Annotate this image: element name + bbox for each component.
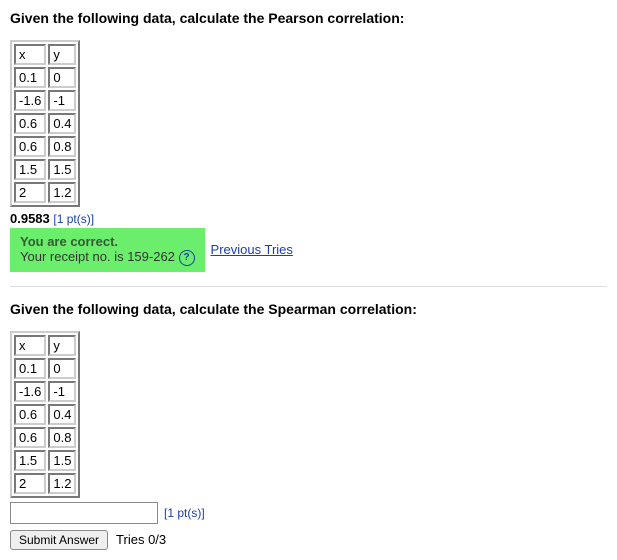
table-row: 21.2 [14,182,76,203]
table-row: 0.60.4 [14,404,76,425]
cell-x: 2 [14,473,46,494]
col-header-y: y [48,335,76,356]
cell-x: -1.6 [14,90,46,111]
q1-points: [1 pt(s)] [53,212,94,226]
feedback-receipt-text: Your receipt no. is 159-262 [20,249,175,264]
q1-answer-line: 0.9583 [1 pt(s)] [10,211,607,226]
table-header-row: x y [14,335,76,356]
table-header-row: x y [14,44,76,65]
cell-y: -1 [48,90,76,111]
table-row: 0.10 [14,358,76,379]
cell-y: 1.5 [48,159,76,180]
q2-answer-row: [1 pt(s)] [10,502,607,524]
table-row: -1.6-1 [14,381,76,402]
cell-y: 1.5 [48,450,76,471]
cell-x: 0.6 [14,404,46,425]
table-row: 0.60.8 [14,136,76,157]
submit-answer-button[interactable]: Submit Answer [10,530,108,550]
feedback-receipt-line: Your receipt no. is 159-262 ? [20,249,195,266]
col-header-x: x [14,44,46,65]
separator [10,286,607,287]
cell-x: 1.5 [14,159,46,180]
table-row: 0.10 [14,67,76,88]
cell-x: 0.1 [14,67,46,88]
col-header-y: y [48,44,76,65]
cell-y: 0 [48,358,76,379]
q1-answer-value: 0.9583 [10,211,50,226]
q1-feedback-row: You are correct. Your receipt no. is 159… [10,228,607,272]
table-row: 21.2 [14,473,76,494]
col-header-x: x [14,335,46,356]
feedback-box: You are correct. Your receipt no. is 159… [10,228,205,272]
cell-x: 0.1 [14,358,46,379]
cell-x: 1.5 [14,450,46,471]
cell-x: 0.6 [14,136,46,157]
cell-y: 0 [48,67,76,88]
cell-x: 2 [14,182,46,203]
q2-points: [1 pt(s)] [164,506,205,520]
previous-tries-link[interactable]: Previous Tries [211,242,293,257]
cell-y: 0.4 [48,113,76,134]
answer-input[interactable] [10,502,158,524]
table-row: -1.6-1 [14,90,76,111]
question-2: Given the following data, calculate the … [10,301,607,550]
cell-y: 0.8 [48,427,76,448]
cell-y: 0.4 [48,404,76,425]
q1-data-table: x y 0.10 -1.6-1 0.60.4 0.60.8 1.51.5 21.… [10,40,80,207]
table-row: 1.51.5 [14,159,76,180]
q2-submit-row: Submit Answer Tries 0/3 [10,530,607,550]
cell-y: -1 [48,381,76,402]
help-icon[interactable]: ? [179,250,195,266]
table-row: 0.60.4 [14,113,76,134]
table-row: 1.51.5 [14,450,76,471]
q1-prompt: Given the following data, calculate the … [10,10,607,26]
cell-y: 1.2 [48,182,76,203]
cell-y: 1.2 [48,473,76,494]
q2-prompt: Given the following data, calculate the … [10,301,607,317]
question-1: Given the following data, calculate the … [10,10,607,272]
table-row: 0.60.8 [14,427,76,448]
cell-y: 0.8 [48,136,76,157]
tries-text: Tries 0/3 [116,532,166,547]
feedback-correct-text: You are correct. [20,234,195,249]
q2-data-table: x y 0.10 -1.6-1 0.60.4 0.60.8 1.51.5 21.… [10,331,80,498]
cell-x: 0.6 [14,113,46,134]
cell-x: -1.6 [14,381,46,402]
cell-x: 0.6 [14,427,46,448]
